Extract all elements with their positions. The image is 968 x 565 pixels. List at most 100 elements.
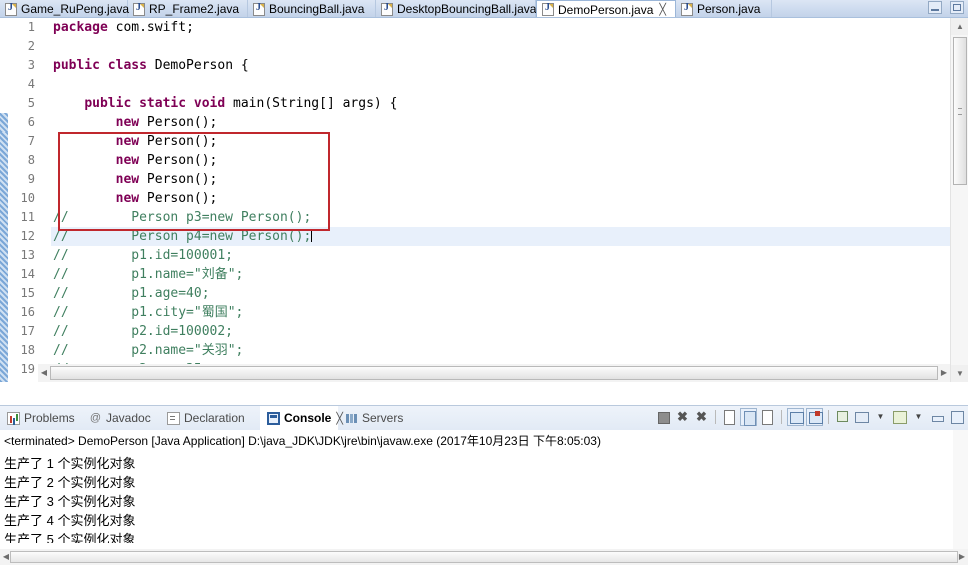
code-line[interactable]: // p1.id=100001; [51, 246, 950, 265]
console-output[interactable]: 生产了 1 个实例化对象 生产了 2 个实例化对象 生产了 3 个实例化对象 生产了 … [4, 454, 952, 543]
line-number: 8 [27, 153, 35, 167]
editor-tab-label: DesktopBouncingBall.java [397, 2, 537, 16]
folding-column[interactable] [38, 18, 51, 382]
editor-tab-person-java[interactable]: Person.java [676, 0, 772, 17]
editor-vertical-scrollbar[interactable]: ▲ ▼ [950, 18, 968, 382]
console-scroll-right-arrow[interactable]: ▶ [956, 549, 968, 565]
show-console-on-error-button[interactable] [806, 408, 823, 426]
scroll-up-arrow[interactable]: ▲ [951, 18, 968, 35]
scroll-lock-button[interactable] [740, 408, 757, 426]
clear-console-button[interactable] [721, 408, 738, 426]
code-line[interactable]: new Person(); [51, 170, 950, 189]
annotation-mark[interactable] [0, 113, 8, 132]
console-tab-declaration[interactable]: Declaration [160, 406, 260, 430]
console-tab-javadoc[interactable]: @ Javadoc [82, 406, 160, 430]
editor-horizontal-scrollbar[interactable]: ◀ ▶ [38, 364, 950, 382]
console-panel: Problems @ Javadoc Declaration Console ╳ Serve… [0, 405, 968, 565]
console-output-line: 生产了 4 个实例化对象 [4, 513, 136, 528]
maximize-panel-button[interactable] [948, 408, 965, 426]
display-selected-console-button[interactable] [853, 408, 870, 426]
restore-button[interactable] [927, 1, 942, 14]
editor-tab-label: Game_RuPeng.java [21, 2, 130, 16]
code-token-cm: // p2.id=100002; [53, 324, 234, 339]
console-tab-label: Console [284, 411, 332, 425]
maximize-button[interactable] [950, 1, 964, 14]
code-line[interactable] [51, 75, 950, 94]
console-tab-label: Servers [362, 411, 404, 425]
code-line[interactable]: package com.swift; [51, 18, 950, 37]
annotation-ruler[interactable] [0, 18, 8, 382]
console-tab-problems[interactable]: Problems [0, 406, 82, 430]
line-number: 7 [27, 134, 35, 148]
code-token-cm: // Person p3=new Person(); [53, 210, 312, 225]
editor-horizontal-scroll-thumb[interactable] [50, 366, 938, 380]
code-token-pl: Person(); [139, 134, 218, 149]
code-line[interactable]: new Person(); [51, 113, 950, 132]
code-line[interactable]: // Person p3=new Person(); [51, 208, 950, 227]
code-line[interactable]: public class DemoPerson { [51, 56, 950, 75]
annotation-mark[interactable] [0, 132, 8, 382]
line-number-gutter: 1 2 3 4 5 6 7 8 9 10 11 12 13 14 15 16 17 18 19 [8, 18, 47, 382]
scroll-right-arrow[interactable]: ▶ [938, 364, 950, 382]
code-line[interactable] [51, 37, 950, 56]
toolbar-separator [828, 410, 829, 424]
remove-launch-button[interactable]: ✖ [674, 408, 691, 426]
java-file-icon [681, 2, 693, 16]
terminate-button[interactable] [655, 408, 672, 426]
code-line[interactable]: new Person(); [51, 132, 950, 151]
editor-tab-label: Person.java [697, 2, 761, 16]
word-wrap-button[interactable] [759, 408, 776, 426]
editor-tab-demoperson-java[interactable]: DemoPerson.java ╳ [536, 0, 676, 17]
open-console-dropdown[interactable]: ▼ [910, 408, 927, 426]
code-line[interactable]: new Person(); [51, 151, 950, 170]
line-number: 11 [20, 210, 35, 224]
line-number: 6 [27, 115, 35, 129]
console-horizontal-scrollbar[interactable]: ◀ ▶ [0, 549, 968, 565]
console-vertical-scrollbar[interactable] [953, 430, 968, 549]
editor-tab-desktopbouncingball-java[interactable]: DesktopBouncingBall.java [376, 0, 537, 17]
editor-vertical-scroll-thumb[interactable] [953, 37, 967, 185]
javadoc-icon: @ [89, 411, 102, 424]
code-token-cm: // p2.name="关羽"; [53, 343, 244, 358]
line-number: 14 [20, 267, 35, 281]
editor-tab-game_rupeng-java[interactable]: Game_RuPeng.java [0, 0, 130, 17]
java-file-icon [5, 2, 17, 16]
java-file-icon [133, 2, 145, 16]
code-token-cm: // p1.city="蜀国"; [53, 305, 244, 320]
minimize-panel-button[interactable] [929, 408, 946, 426]
code-token-kw: new [115, 115, 140, 130]
scroll-left-arrow[interactable]: ◀ [38, 364, 50, 382]
problems-icon [7, 411, 20, 425]
console-toolbar: ✖ ✖ ▼ ▼ [654, 408, 966, 428]
console-tab-console[interactable]: Console ╳ [260, 406, 343, 430]
line-number: 2 [27, 39, 35, 53]
code-line[interactable]: // p2.name="关羽"; [51, 341, 950, 360]
code-text-area[interactable]: package com.swift; public class DemoPerso… [51, 18, 950, 382]
code-line[interactable]: public static void main(String[] args) { [51, 94, 950, 113]
code-line[interactable]: new Person(); [51, 189, 950, 208]
editor-tab-label: DemoPerson.java [558, 2, 654, 17]
pin-console-button[interactable] [834, 408, 851, 426]
line-number: 13 [20, 248, 35, 262]
scroll-down-arrow[interactable]: ▼ [951, 365, 968, 382]
line-number: 16 [20, 305, 35, 319]
code-line[interactable]: // Person p4=new Person(); [51, 227, 950, 246]
console-tab-label: Declaration [184, 411, 245, 425]
console-tab-servers[interactable]: Servers [338, 406, 410, 430]
close-icon[interactable]: ╳ [659, 3, 666, 16]
code-line[interactable]: // p1.name="刘备"; [51, 265, 950, 284]
display-console-dropdown[interactable]: ▼ [872, 408, 889, 426]
code-line[interactable]: // p2.id=100002; [51, 322, 950, 341]
open-console-button[interactable] [891, 408, 908, 426]
remove-all-launches-button[interactable]: ✖ [693, 408, 710, 426]
editor-tab-bouncingball-java[interactable]: BouncingBall.java [248, 0, 376, 17]
declaration-icon [167, 411, 180, 425]
console-horizontal-scroll-thumb[interactable] [10, 551, 958, 563]
code-token-pl: main(String[] args) { [225, 96, 398, 111]
editor-tab-rp_frame2-java[interactable]: RP_Frame2.java [128, 0, 248, 17]
code-line[interactable]: // p1.age=40; [51, 284, 950, 303]
code-editor[interactable]: 1 2 3 4 5 6 7 8 9 10 11 12 13 14 15 16 17 18 19 package co… [0, 18, 968, 382]
code-line[interactable]: // p1.city="蜀国"; [51, 303, 950, 322]
show-console-on-output-button[interactable] [787, 408, 804, 426]
